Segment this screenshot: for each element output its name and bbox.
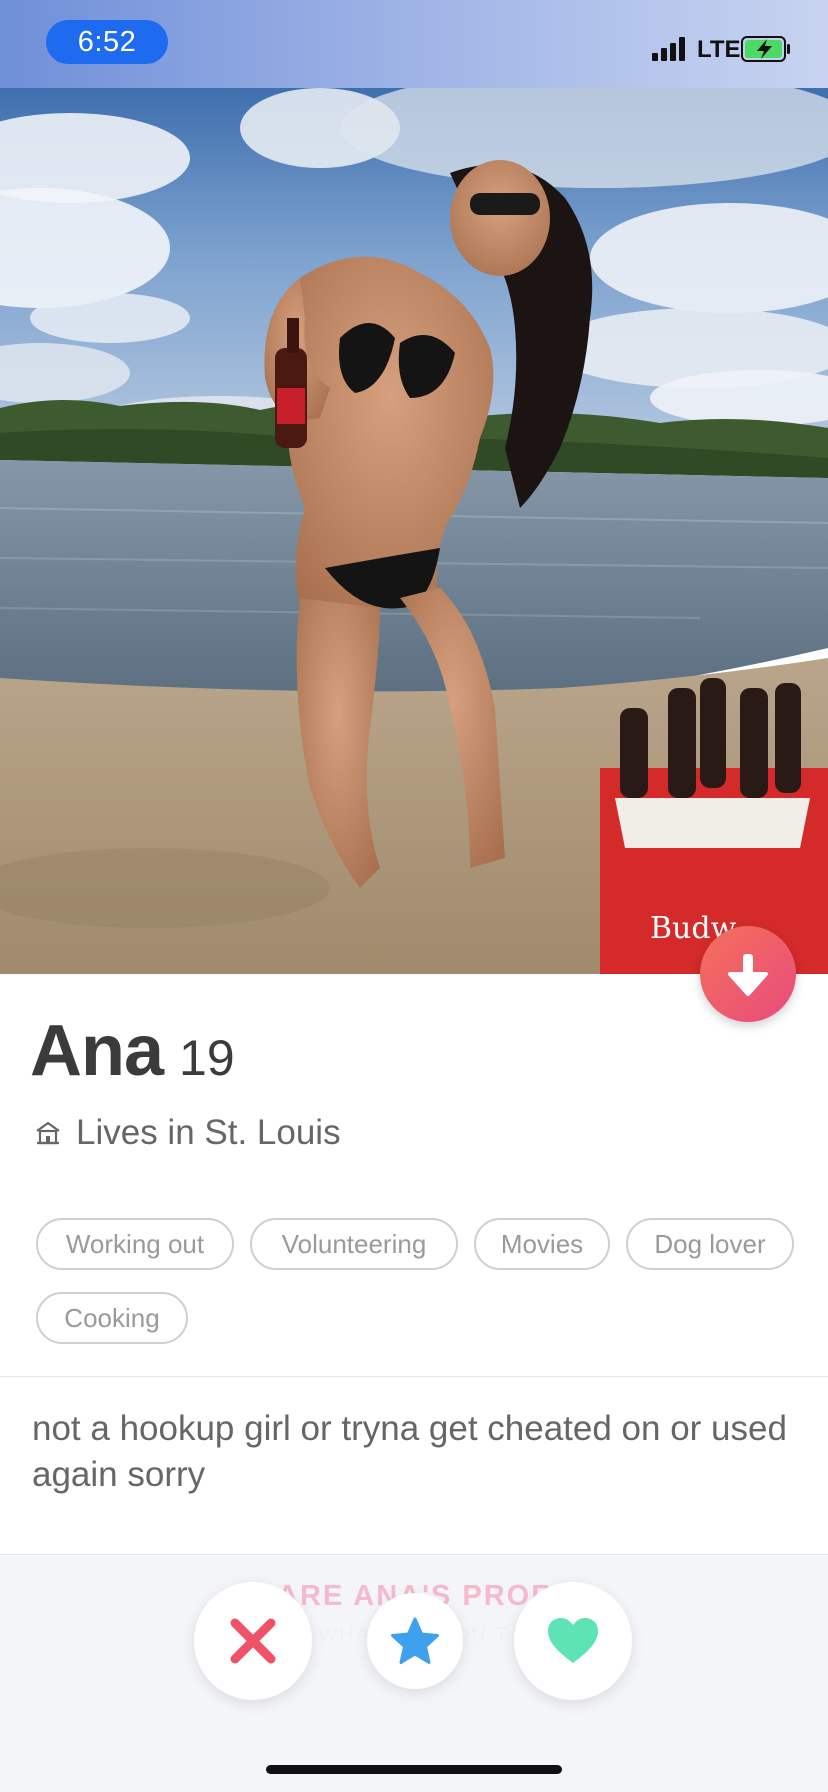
like-button[interactable]	[514, 1582, 632, 1700]
profile-location: Lives in St. Louis	[34, 1113, 341, 1153]
home-indicator[interactable]	[266, 1765, 562, 1774]
location-text: Lives in St. Louis	[76, 1113, 341, 1152]
arrow-down-icon	[728, 954, 768, 996]
interest-tag: Working out	[36, 1218, 234, 1270]
interest-tag: Cooking	[36, 1292, 188, 1344]
status-time: 6:52	[46, 20, 168, 64]
collapse-profile-button[interactable]	[700, 926, 796, 1022]
network-type: LTE	[697, 36, 741, 63]
interest-tag: Volunteering	[250, 1218, 458, 1270]
section-divider	[0, 1554, 828, 1555]
star-icon	[391, 1617, 439, 1664]
status-bar: 6:52 LTE	[0, 0, 828, 88]
profile-name: Ana	[30, 1011, 164, 1091]
profile-photo-illustration: Budw	[0, 88, 828, 974]
profile-photo[interactable]: Budw	[0, 88, 828, 974]
super-like-button[interactable]	[367, 1593, 463, 1689]
close-icon	[230, 1618, 276, 1664]
profile-name-row: Ana 19	[30, 1010, 235, 1092]
section-divider	[0, 1376, 828, 1377]
heart-icon	[548, 1618, 598, 1663]
signal-bars-icon	[652, 37, 685, 61]
battery-charging-icon	[741, 36, 790, 62]
nope-button[interactable]	[194, 1582, 312, 1700]
profile-bio: not a hookup girl or tryna get cheated o…	[32, 1409, 787, 1494]
interest-tag: Dog lover	[626, 1218, 794, 1270]
profile-age: 19	[179, 1030, 235, 1086]
interest-tag: Movies	[474, 1218, 610, 1270]
home-icon	[36, 1121, 60, 1145]
profile-screen: 6:52 LTE Budw Ana 19 Lives in St. Louis …	[0, 0, 828, 1792]
